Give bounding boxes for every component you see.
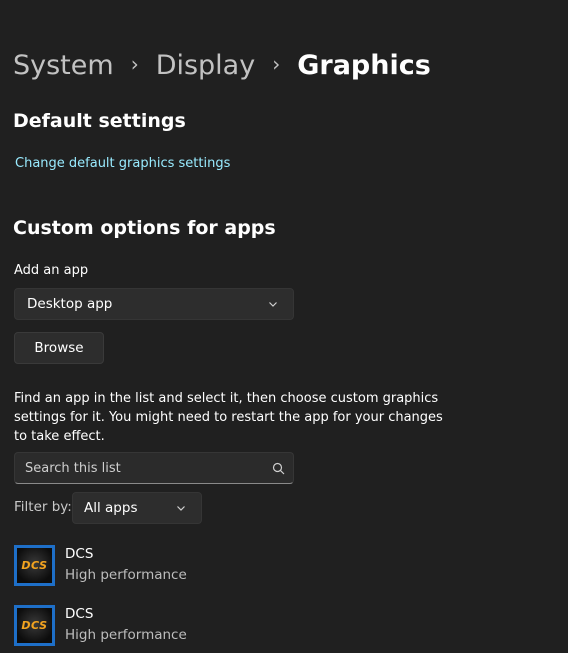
search-input[interactable] — [25, 460, 272, 476]
search-box[interactable] — [14, 452, 294, 484]
app-type-dropdown[interactable]: Desktop app — [14, 288, 294, 320]
app-setting: High performance — [65, 566, 187, 583]
breadcrumb-system[interactable]: System — [13, 48, 114, 84]
list-item[interactable]: DCS DCS High performance — [14, 603, 314, 647]
app-name: DCS — [65, 605, 94, 622]
chevron-down-icon — [177, 506, 185, 511]
filter-dropdown[interactable]: All apps — [72, 492, 202, 524]
change-default-graphics-link[interactable]: Change default graphics settings — [15, 156, 230, 171]
dcs-app-icon: DCS — [14, 544, 55, 586]
breadcrumb-display[interactable]: Display — [156, 48, 256, 84]
filter-selected: All apps — [84, 500, 138, 516]
browse-button[interactable]: Browse — [14, 332, 104, 364]
breadcrumb: System › Display › Graphics — [13, 48, 431, 84]
list-item[interactable]: DCS DCS High performance — [14, 543, 314, 587]
search-icon[interactable] — [272, 462, 285, 475]
filter-label: Filter by: — [14, 499, 72, 515]
dcs-app-icon: DCS — [14, 604, 55, 646]
breadcrumb-graphics: Graphics — [297, 50, 431, 81]
add-app-label: Add an app — [14, 263, 89, 278]
default-settings-title: Default settings — [13, 110, 186, 132]
chevron-down-icon — [269, 302, 277, 307]
custom-options-title: Custom options for apps — [13, 217, 276, 239]
instructions-text: Find an app in the list and select it, t… — [14, 391, 443, 444]
app-type-selected: Desktop app — [27, 296, 113, 312]
chevron-right-icon: › — [130, 52, 139, 76]
chevron-right-icon: › — [272, 52, 281, 76]
app-setting: High performance — [65, 626, 187, 643]
browse-label: Browse — [34, 340, 84, 356]
app-name: DCS — [65, 545, 94, 562]
